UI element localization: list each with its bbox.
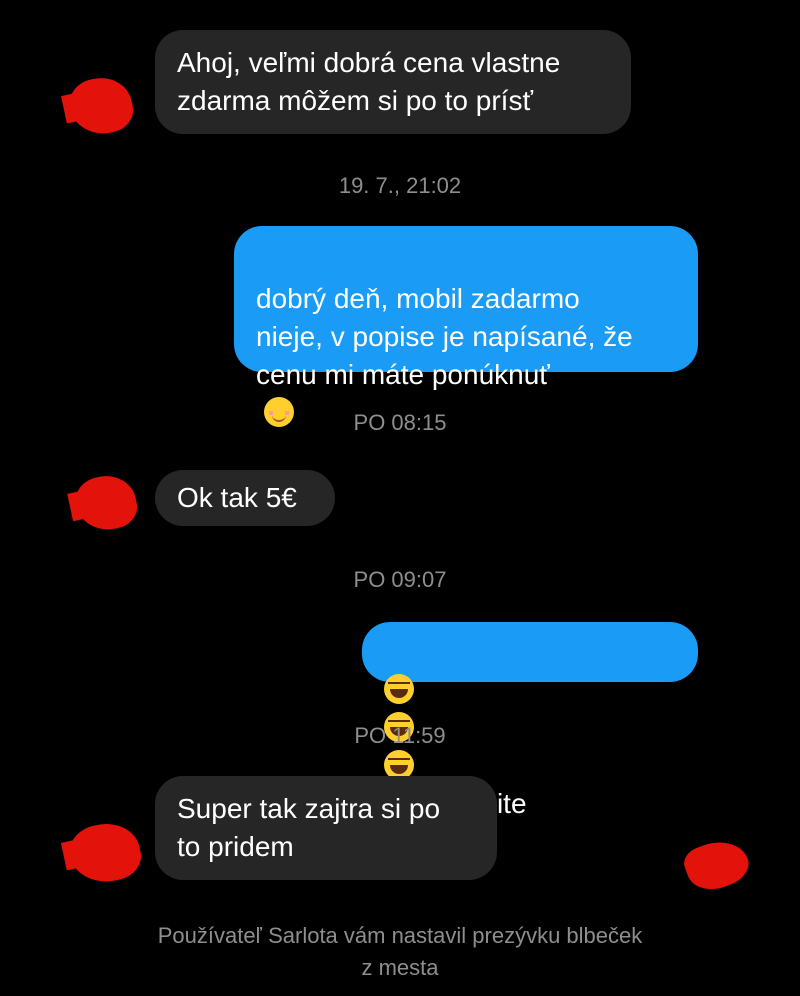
incoming-message-bubble[interactable]: Ahoj, veľmi dobrá cena vlastne zdarma mô… (155, 30, 631, 134)
timestamp-divider: PO 08:15 (353, 410, 447, 435)
incoming-message-bubble[interactable]: Super tak zajtra si po to pridem (155, 776, 497, 880)
message-text: dobrý deň, mobil zadarmo nieje, v popise… (256, 283, 633, 390)
outgoing-message-bubble[interactable]: dobrý deň, mobil zadarmo nieje, v popise… (234, 226, 698, 427)
timestamp-divider: PO 11:59 (354, 723, 446, 748)
outgoing-message-bubble[interactable]: no to určite (362, 622, 698, 819)
timestamp-divider: PO 09:07 (353, 567, 447, 592)
incoming-message-bubble[interactable]: Ok tak 5€ (155, 470, 335, 526)
redacted-avatar[interactable] (71, 470, 141, 536)
timestamp-divider: 19. 7., 21:02 (338, 173, 462, 198)
nickname-system-notice: Používateľ Sarlota vám nastavil prezývku… (157, 923, 643, 980)
redacted-avatar[interactable] (64, 817, 146, 889)
redaction-mark (680, 832, 754, 898)
redacted-avatar[interactable] (64, 72, 138, 140)
tears-of-joy-emoji-icon (384, 674, 414, 704)
